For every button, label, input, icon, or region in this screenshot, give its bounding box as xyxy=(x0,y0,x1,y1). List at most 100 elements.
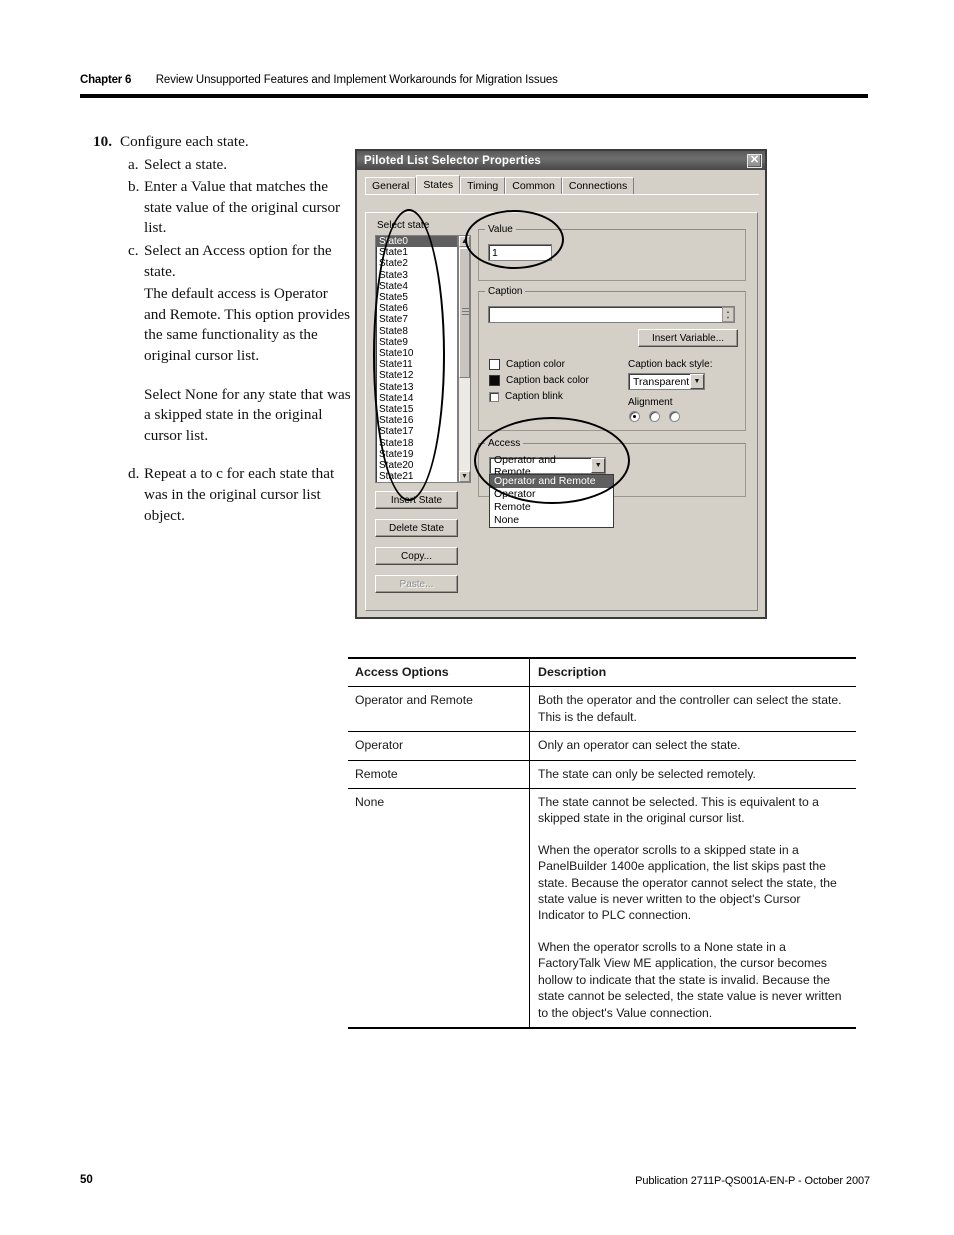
caption-back-color-row[interactable]: Caption back color xyxy=(489,375,589,386)
state-listbox[interactable]: State0 State1 State2 State3 State4 State5 Stat… xyxy=(375,235,458,483)
caption-back-color-swatch-icon[interactable] xyxy=(489,375,500,386)
state-list-item[interactable]: State9 xyxy=(376,337,457,348)
state-list-item[interactable]: State21 xyxy=(376,471,457,482)
header-divider xyxy=(80,94,868,98)
description-paragraph: Both the operator and the controller can… xyxy=(538,693,842,724)
state-list-item[interactable]: State20 xyxy=(376,460,457,471)
description-paragraph: The state cannot be selected. This is eq… xyxy=(538,795,819,826)
dialog-title: Piloted List Selector Properties xyxy=(364,154,542,167)
insert-variable-button[interactable]: Insert Variable... xyxy=(638,329,738,347)
step-number: 10. xyxy=(93,133,112,150)
access-dropdown-item[interactable]: Operator and Remote xyxy=(490,475,613,488)
access-dropdown-list[interactable]: Operator and Remote Operator Remote None xyxy=(489,474,614,528)
substep-b-letter: b. xyxy=(128,178,140,196)
caption-group-label: Caption xyxy=(485,286,526,297)
state-list-item[interactable]: State6 xyxy=(376,303,457,314)
state-list-item[interactable]: State7 xyxy=(376,314,457,325)
access-dropdown-item[interactable]: Operator xyxy=(490,488,613,501)
scroll-down-icon[interactable]: ▼ xyxy=(459,471,470,482)
select-state-label: Select state xyxy=(375,220,432,231)
dialog-title-bar: Piloted List Selector Properties ✕ xyxy=(357,151,765,170)
description-paragraph: Only an operator can select the state. xyxy=(538,738,741,753)
substep-a-letter: a. xyxy=(128,155,139,173)
caption-back-style-value: Transparent xyxy=(633,375,690,388)
cell-option: None xyxy=(348,788,530,1028)
state-list-item[interactable]: State12 xyxy=(376,370,457,381)
caption-color-swatch-icon[interactable] xyxy=(489,359,500,370)
alignment-label: Alignment xyxy=(628,397,673,408)
description-paragraph: When the operator scrolls to a None stat… xyxy=(538,939,842,1020)
tab-connections[interactable]: Connections xyxy=(561,177,635,194)
running-header: Chapter 6 Review Unsupported Features an… xyxy=(80,70,870,104)
alignment-radio-left[interactable] xyxy=(629,411,640,422)
dialog-screenshot: Piloted List Selector Properties ✕ Gener… xyxy=(352,147,770,621)
tab-common[interactable]: Common xyxy=(505,177,562,194)
scrollbar-thumb[interactable] xyxy=(459,248,470,378)
state-list-item[interactable]: State4 xyxy=(376,281,457,292)
paste-button: Paste... xyxy=(375,575,458,593)
alignment-radio-group[interactable] xyxy=(629,411,680,422)
state-list-item[interactable]: State5 xyxy=(376,292,457,303)
state-list-item[interactable]: State14 xyxy=(376,393,457,404)
description-paragraph: When the operator scrolls to a skipped s… xyxy=(538,842,837,923)
step-text: Configure each state. xyxy=(120,133,249,150)
tab-general[interactable]: General xyxy=(365,177,417,194)
substep-d-letter: d. xyxy=(128,465,140,483)
caption-color-row[interactable]: Caption color xyxy=(489,359,565,370)
value-input[interactable]: 1 xyxy=(488,244,552,261)
tab-timing[interactable]: Timing xyxy=(460,177,506,194)
state-list-item[interactable]: State19 xyxy=(376,449,457,460)
state-list-item[interactable]: State1 xyxy=(376,247,457,258)
access-dropdown-item[interactable]: None xyxy=(490,514,613,527)
access-group-label: Access xyxy=(485,438,524,449)
state-list-item[interactable]: State17 xyxy=(376,426,457,437)
caption-blink-row[interactable]: Caption blink xyxy=(489,391,563,402)
access-options-table: Access Options Description Operator and … xyxy=(348,657,856,1029)
insert-state-button[interactable]: Insert State xyxy=(375,491,458,509)
alignment-radio-right[interactable] xyxy=(669,411,680,422)
access-dropdown-item[interactable]: Remote xyxy=(490,501,613,514)
alignment-radio-center[interactable] xyxy=(649,411,660,422)
tab-strip: General States Timing Common Connections xyxy=(365,175,759,195)
column-header-access-options: Access Options xyxy=(348,658,530,687)
substep-c: c. Select an Access option for the state… xyxy=(128,241,352,282)
cell-description: The state cannot be selected. This is eq… xyxy=(530,789,857,1028)
table-row: Operator and Remote Both the operator an… xyxy=(348,686,856,732)
state-list-item[interactable]: State16 xyxy=(376,415,457,426)
delete-state-button[interactable]: Delete State xyxy=(375,519,458,537)
close-icon[interactable]: ✕ xyxy=(747,153,762,168)
note-default-access: The default access is Operator and Remot… xyxy=(144,285,350,364)
caption-spinner-icon[interactable]: ▲ ▼ xyxy=(722,307,734,322)
chevron-down-icon[interactable]: ▼ xyxy=(591,458,605,473)
caption-back-style-label: Caption back style: xyxy=(628,359,713,370)
tab-states[interactable]: States xyxy=(416,175,461,194)
caption-color-label: Caption color xyxy=(506,359,565,370)
state-list-scrollbar[interactable]: ▲ ▼ xyxy=(458,235,471,483)
substep-c-letter: c. xyxy=(128,241,139,259)
substep-b-text: Enter a Value that matches the state val… xyxy=(144,178,341,237)
scroll-up-icon[interactable]: ▲ xyxy=(459,236,470,247)
state-list-item[interactable]: State11 xyxy=(376,359,457,370)
column-header-description: Description xyxy=(538,665,607,679)
caption-back-style-combo[interactable]: Transparent ▼ xyxy=(628,373,705,390)
step-10: 10. Configure each state. xyxy=(90,132,352,153)
caption-blink-checkbox[interactable] xyxy=(489,391,499,402)
state-list-item[interactable]: State3 xyxy=(376,270,457,281)
state-list-item[interactable]: State2 xyxy=(376,258,457,269)
copy-button[interactable]: Copy... xyxy=(375,547,458,565)
state-list-item[interactable]: State13 xyxy=(376,382,457,393)
access-combo[interactable]: Operator and Remote ▼ xyxy=(489,454,606,478)
state-list-item[interactable]: State10 xyxy=(376,348,457,359)
cell-option: Operator xyxy=(348,731,530,761)
state-list-item[interactable]: State8 xyxy=(376,326,457,337)
state-list-item[interactable]: State0 xyxy=(376,236,457,248)
table-row: None The state cannot be selected. This … xyxy=(348,788,857,1028)
state-list-item[interactable]: State18 xyxy=(376,438,457,449)
piloted-list-selector-properties-dialog: Piloted List Selector Properties ✕ Gener… xyxy=(355,149,767,619)
scrollbar-grip-icon xyxy=(462,311,469,312)
caption-input[interactable] xyxy=(488,306,735,323)
caption-back-color-label: Caption back color xyxy=(506,375,589,386)
chevron-down-icon[interactable]: ▼ xyxy=(690,374,704,389)
state-list-item[interactable]: State15 xyxy=(376,404,457,415)
table-row: Remote The state can only be selected re… xyxy=(348,760,856,789)
